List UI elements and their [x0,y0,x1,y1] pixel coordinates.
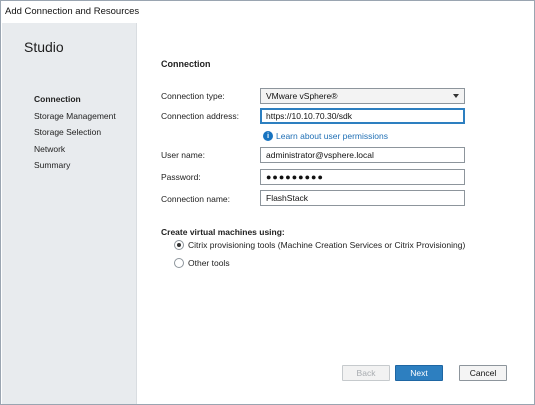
cancel-button[interactable]: Cancel [459,365,507,381]
next-button[interactable]: Next [395,365,443,381]
step-connection[interactable]: Connection [34,91,116,108]
connection-address-input[interactable] [260,108,465,124]
connection-type-select[interactable]: VMware vSphere® [260,88,465,104]
connection-address-label: Connection address: [161,111,239,121]
step-network[interactable]: Network [34,141,116,158]
content-panel [136,23,534,404]
password-label: Password: [161,172,201,182]
other-tools-label[interactable]: Other tools [188,258,230,268]
other-tools-radio[interactable] [174,258,184,268]
back-button[interactable]: Back [342,365,390,381]
connection-type-value: VMware vSphere® [266,91,338,101]
connection-name-label: Connection name: [161,194,230,204]
user-name-label: User name: [161,150,205,160]
user-name-input[interactable] [260,147,465,163]
connection-name-input[interactable] [260,190,465,206]
page-heading: Connection [161,59,211,69]
window-title: Add Connection and Resources [1,1,534,23]
connection-type-label: Connection type: [161,91,225,101]
user-permissions-link[interactable]: Learn about user permissions [276,131,388,141]
step-storage-management[interactable]: Storage Management [34,108,116,125]
chevron-down-icon [453,94,459,98]
wizard-steps: Connection Storage Management Storage Se… [34,91,116,174]
password-input[interactable]: ●●●●●●●●● [260,169,465,185]
password-mask: ●●●●●●●●● [266,172,324,182]
create-vms-label: Create virtual machines using: [161,227,285,237]
step-summary[interactable]: Summary [34,157,116,174]
citrix-tools-radio[interactable] [174,240,184,250]
info-icon: i [263,131,273,141]
citrix-tools-label[interactable]: Citrix provisioning tools (Machine Creat… [188,240,465,250]
wizard-sidebar [2,23,136,404]
step-storage-selection[interactable]: Storage Selection [34,124,116,141]
sidebar-title: Studio [24,39,64,55]
